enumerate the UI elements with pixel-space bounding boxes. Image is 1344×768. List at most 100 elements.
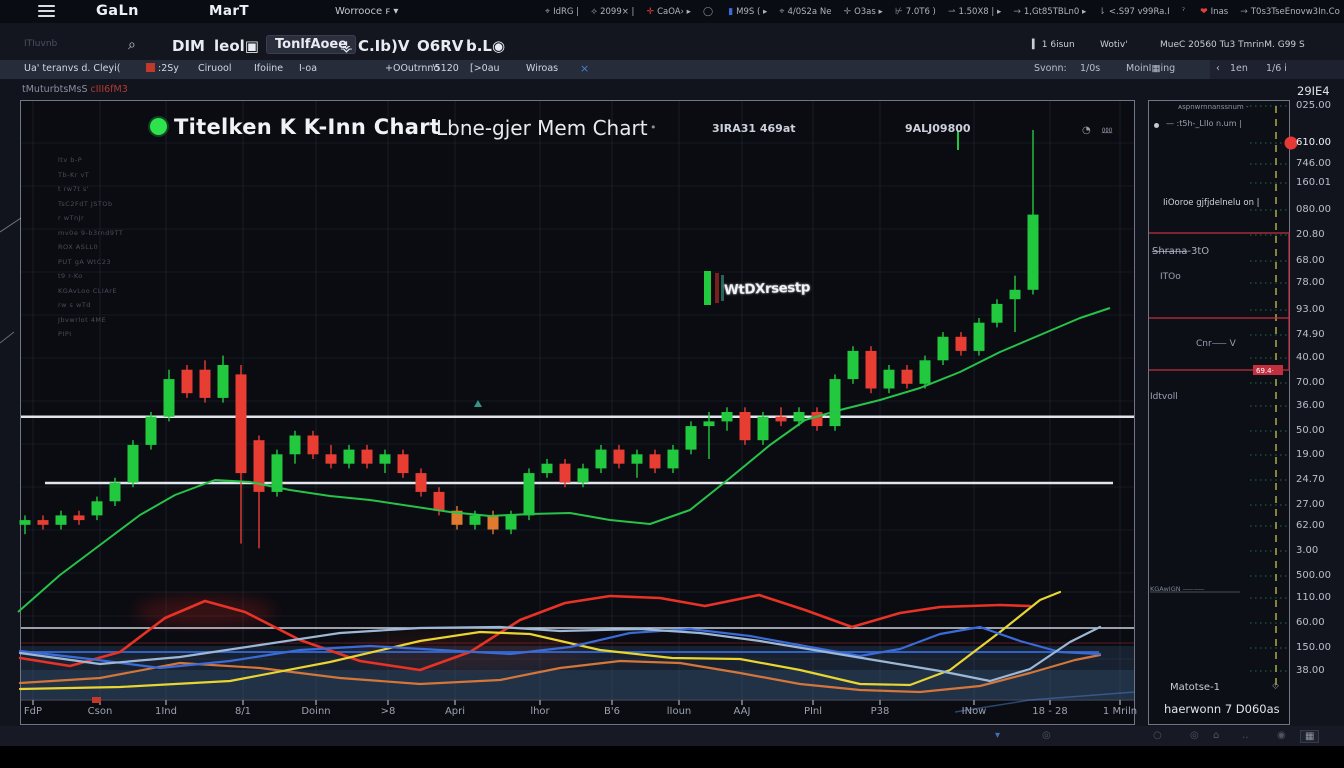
- menu-glyph-icon: ⌖: [545, 7, 550, 17]
- tab-bar-right-item[interactable]: ‹: [1216, 63, 1220, 74]
- price-label: 74.90: [1296, 329, 1325, 340]
- price-label: 60.00: [1296, 617, 1325, 628]
- tab-item[interactable]: Ua' teranvs d. Cleyi(: [24, 63, 120, 74]
- tab-item[interactable]: Wiroas: [526, 63, 558, 74]
- bottom-toolbar-icon[interactable]: ▦: [1300, 730, 1319, 743]
- menubar-item[interactable]: b.L◉: [466, 37, 505, 55]
- right-sidebar-panel[interactable]: [1148, 100, 1290, 725]
- topbar-item[interactable]: →T0s3TseEnovw3In.Co: [1240, 7, 1340, 17]
- watchlist-faint-row: ROX ASLL0: [58, 243, 98, 251]
- watchlist-faint-row: Tb-Kr vT: [58, 171, 89, 179]
- price-scale-note: 29IE4: [1297, 84, 1330, 98]
- tab-bar-right-item[interactable]: MoinI▦ing: [1126, 63, 1175, 74]
- chart-stat-1: 3IRA31 469at: [712, 122, 796, 135]
- sidebar-bullet-icon: [1154, 123, 1159, 128]
- sidebar-row-4[interactable]: Idtvoll: [1150, 392, 1178, 402]
- topbar-item[interactable]: ⇂<.S97 v99Ra.I: [1098, 7, 1169, 17]
- chart-subtitle: Lbne-gjer Mem Chart: [436, 116, 648, 140]
- app-logo: GaLn: [96, 3, 139, 19]
- topbar-item[interactable]: ❤Inas: [1200, 7, 1228, 17]
- x-axis-label: Cson: [88, 706, 113, 717]
- sidebar-note-1: ᴀspnwrnnanssnum -: [1178, 103, 1249, 111]
- bottom-toolbar-icon[interactable]: ◎: [1042, 730, 1051, 741]
- watchlist-faint-row: Jbvwrlot 4ME: [58, 316, 106, 324]
- price-label: 68.00: [1296, 255, 1325, 266]
- topbar-item[interactable]: ⟡2099× |: [591, 7, 634, 17]
- sidebar-row-2[interactable]: ITOo: [1160, 272, 1181, 282]
- menubar-dim-label: ITIuvnb: [24, 39, 57, 49]
- tab-bar-right-item[interactable]: 1en: [1230, 63, 1248, 74]
- price-label: 70.00: [1296, 377, 1325, 388]
- price-label: 20.80: [1296, 229, 1325, 240]
- app-logo-secondary: MarT: [209, 3, 249, 19]
- trading-app-window: GaLn MarT Worrooce ꜰ ▾ ⌖IdRG |⟡2099× |✛C…: [0, 0, 1344, 768]
- topbar-item-label: 4/0S2a Ne: [787, 7, 831, 17]
- topbar-item[interactable]: ⇀1.50X8 | ▸: [948, 7, 1001, 17]
- price-label: 500.00: [1296, 570, 1331, 581]
- bottom-toolbar-icon[interactable]: ▾: [995, 730, 1000, 741]
- tab-bar-right-item[interactable]: 1/6 i: [1266, 63, 1287, 74]
- sidebar-order-label[interactable]: IiOoroe gjfjdelnelu on |: [1163, 198, 1260, 208]
- topbar-item[interactable]: ˀ: [1182, 7, 1188, 17]
- tab-bar-right-item[interactable]: 1/0s: [1080, 63, 1100, 74]
- hamburger-menu-icon[interactable]: [38, 5, 55, 18]
- tab-item[interactable]: I-oa: [299, 63, 317, 74]
- tab-item[interactable]: :2Sy: [146, 63, 179, 74]
- topbar-item[interactable]: ✛O3as ▸: [844, 7, 883, 17]
- tab-item[interactable]: [>0au: [470, 63, 500, 74]
- watchlist-faint-row: PIPI: [58, 330, 72, 338]
- sidebar-row-3[interactable]: Cnr⸺ V: [1196, 336, 1236, 349]
- bottom-toolbar-icon[interactable]: ⌂: [1213, 730, 1219, 741]
- topbar-item[interactable]: ◯: [703, 7, 716, 17]
- x-axis-label: 1 Mriln: [1103, 706, 1137, 717]
- sidebar-row-1[interactable]: S̶h̶r̶a̶n̶a̶-3tO: [1152, 246, 1209, 257]
- chart-stat-2: 9ALJ09800: [905, 122, 971, 135]
- sidebar-footer-label: Matotse-1: [1170, 682, 1220, 693]
- x-axis-label: FdP: [24, 706, 42, 717]
- watchlist-faint-row: ltv b-P: [58, 156, 82, 164]
- chart-toolbar-icons[interactable]: ◔ ⅏: [1082, 122, 1116, 136]
- menubar-item[interactable]: DIM: [172, 37, 205, 55]
- x-axis-label: lIoun: [667, 706, 692, 717]
- red-glyph-icon: ❤: [1200, 7, 1208, 17]
- top-menu-items: ⌖IdRG |⟡2099× |✛CaOA› ▸◯▮M9S ( ▸⌖4/0S2a …: [545, 0, 1340, 23]
- menu-glyph-icon: ⟡: [591, 7, 597, 17]
- topbar-item[interactable]: ⌖4/0S2a Ne: [779, 7, 831, 17]
- menubar-item[interactable]: leol▣: [214, 37, 259, 55]
- menu-glyph-icon: ◯: [703, 7, 713, 17]
- topbar-item[interactable]: ⊬7.0T6 ): [895, 7, 936, 17]
- breadcrumb-text: tMuturbtsMsS: [22, 84, 91, 95]
- price-label: 24.70: [1296, 474, 1325, 485]
- price-label: 27.00: [1296, 499, 1325, 510]
- tab-item[interactable]: Ifoiine: [254, 63, 283, 74]
- bottom-toolbar-icon[interactable]: ◎: [1190, 730, 1199, 741]
- tab-item[interactable]: Ciruool: [198, 63, 231, 74]
- price-label: 78.00: [1296, 277, 1325, 288]
- bottom-toolbar-icon[interactable]: ‥: [1242, 730, 1249, 741]
- red-glyph-icon: ✛: [647, 7, 655, 17]
- topbar-item-label: T0s3TseEnovw3In.Co: [1251, 7, 1340, 17]
- sidebar-footer-value: haerwonn 7 D060as: [1164, 702, 1280, 716]
- tab-bar-right-item[interactable]: Svonn:: [1034, 63, 1067, 74]
- bottom-toolbar-icon[interactable]: ◉: [1277, 730, 1286, 741]
- blue-glyph-icon: ▮: [728, 7, 733, 17]
- menubar-item[interactable]: O6RV: [417, 37, 463, 55]
- tab-item[interactable]: '5120: [432, 63, 459, 74]
- workspace-selector[interactable]: Worrooce ꜰ ▾: [335, 6, 398, 17]
- bottom-toolbar-icon[interactable]: ○: [1153, 730, 1162, 741]
- x-axis-label: INow: [962, 706, 987, 717]
- topbar-item-label: 1.50X8 | ▸: [959, 7, 1002, 17]
- topbar-item[interactable]: ⌖IdRG |: [545, 7, 579, 17]
- topbar-item[interactable]: ✛CaOA› ▸: [647, 7, 691, 17]
- watchlist-faint-row: t rw7t s': [58, 185, 89, 193]
- topbar-item[interactable]: →1,Gt85TBLn0 ▸: [1013, 7, 1086, 17]
- topbar-item[interactable]: ▮M9S ( ▸: [728, 7, 767, 17]
- search-icon[interactable]: ⌕: [128, 37, 136, 53]
- x-axis-label: 18 - 28: [1032, 706, 1067, 717]
- sidebar-settings-icon[interactable]: ⟐: [1272, 682, 1279, 692]
- price-label: 36.00: [1296, 400, 1325, 411]
- close-tab-icon[interactable]: ×: [580, 62, 589, 75]
- main-chart-panel[interactable]: [20, 100, 1135, 725]
- menubar-item[interactable]: ⚶ C.Ib)V: [340, 37, 409, 55]
- topbar-item-label: M9S ( ▸: [736, 7, 767, 17]
